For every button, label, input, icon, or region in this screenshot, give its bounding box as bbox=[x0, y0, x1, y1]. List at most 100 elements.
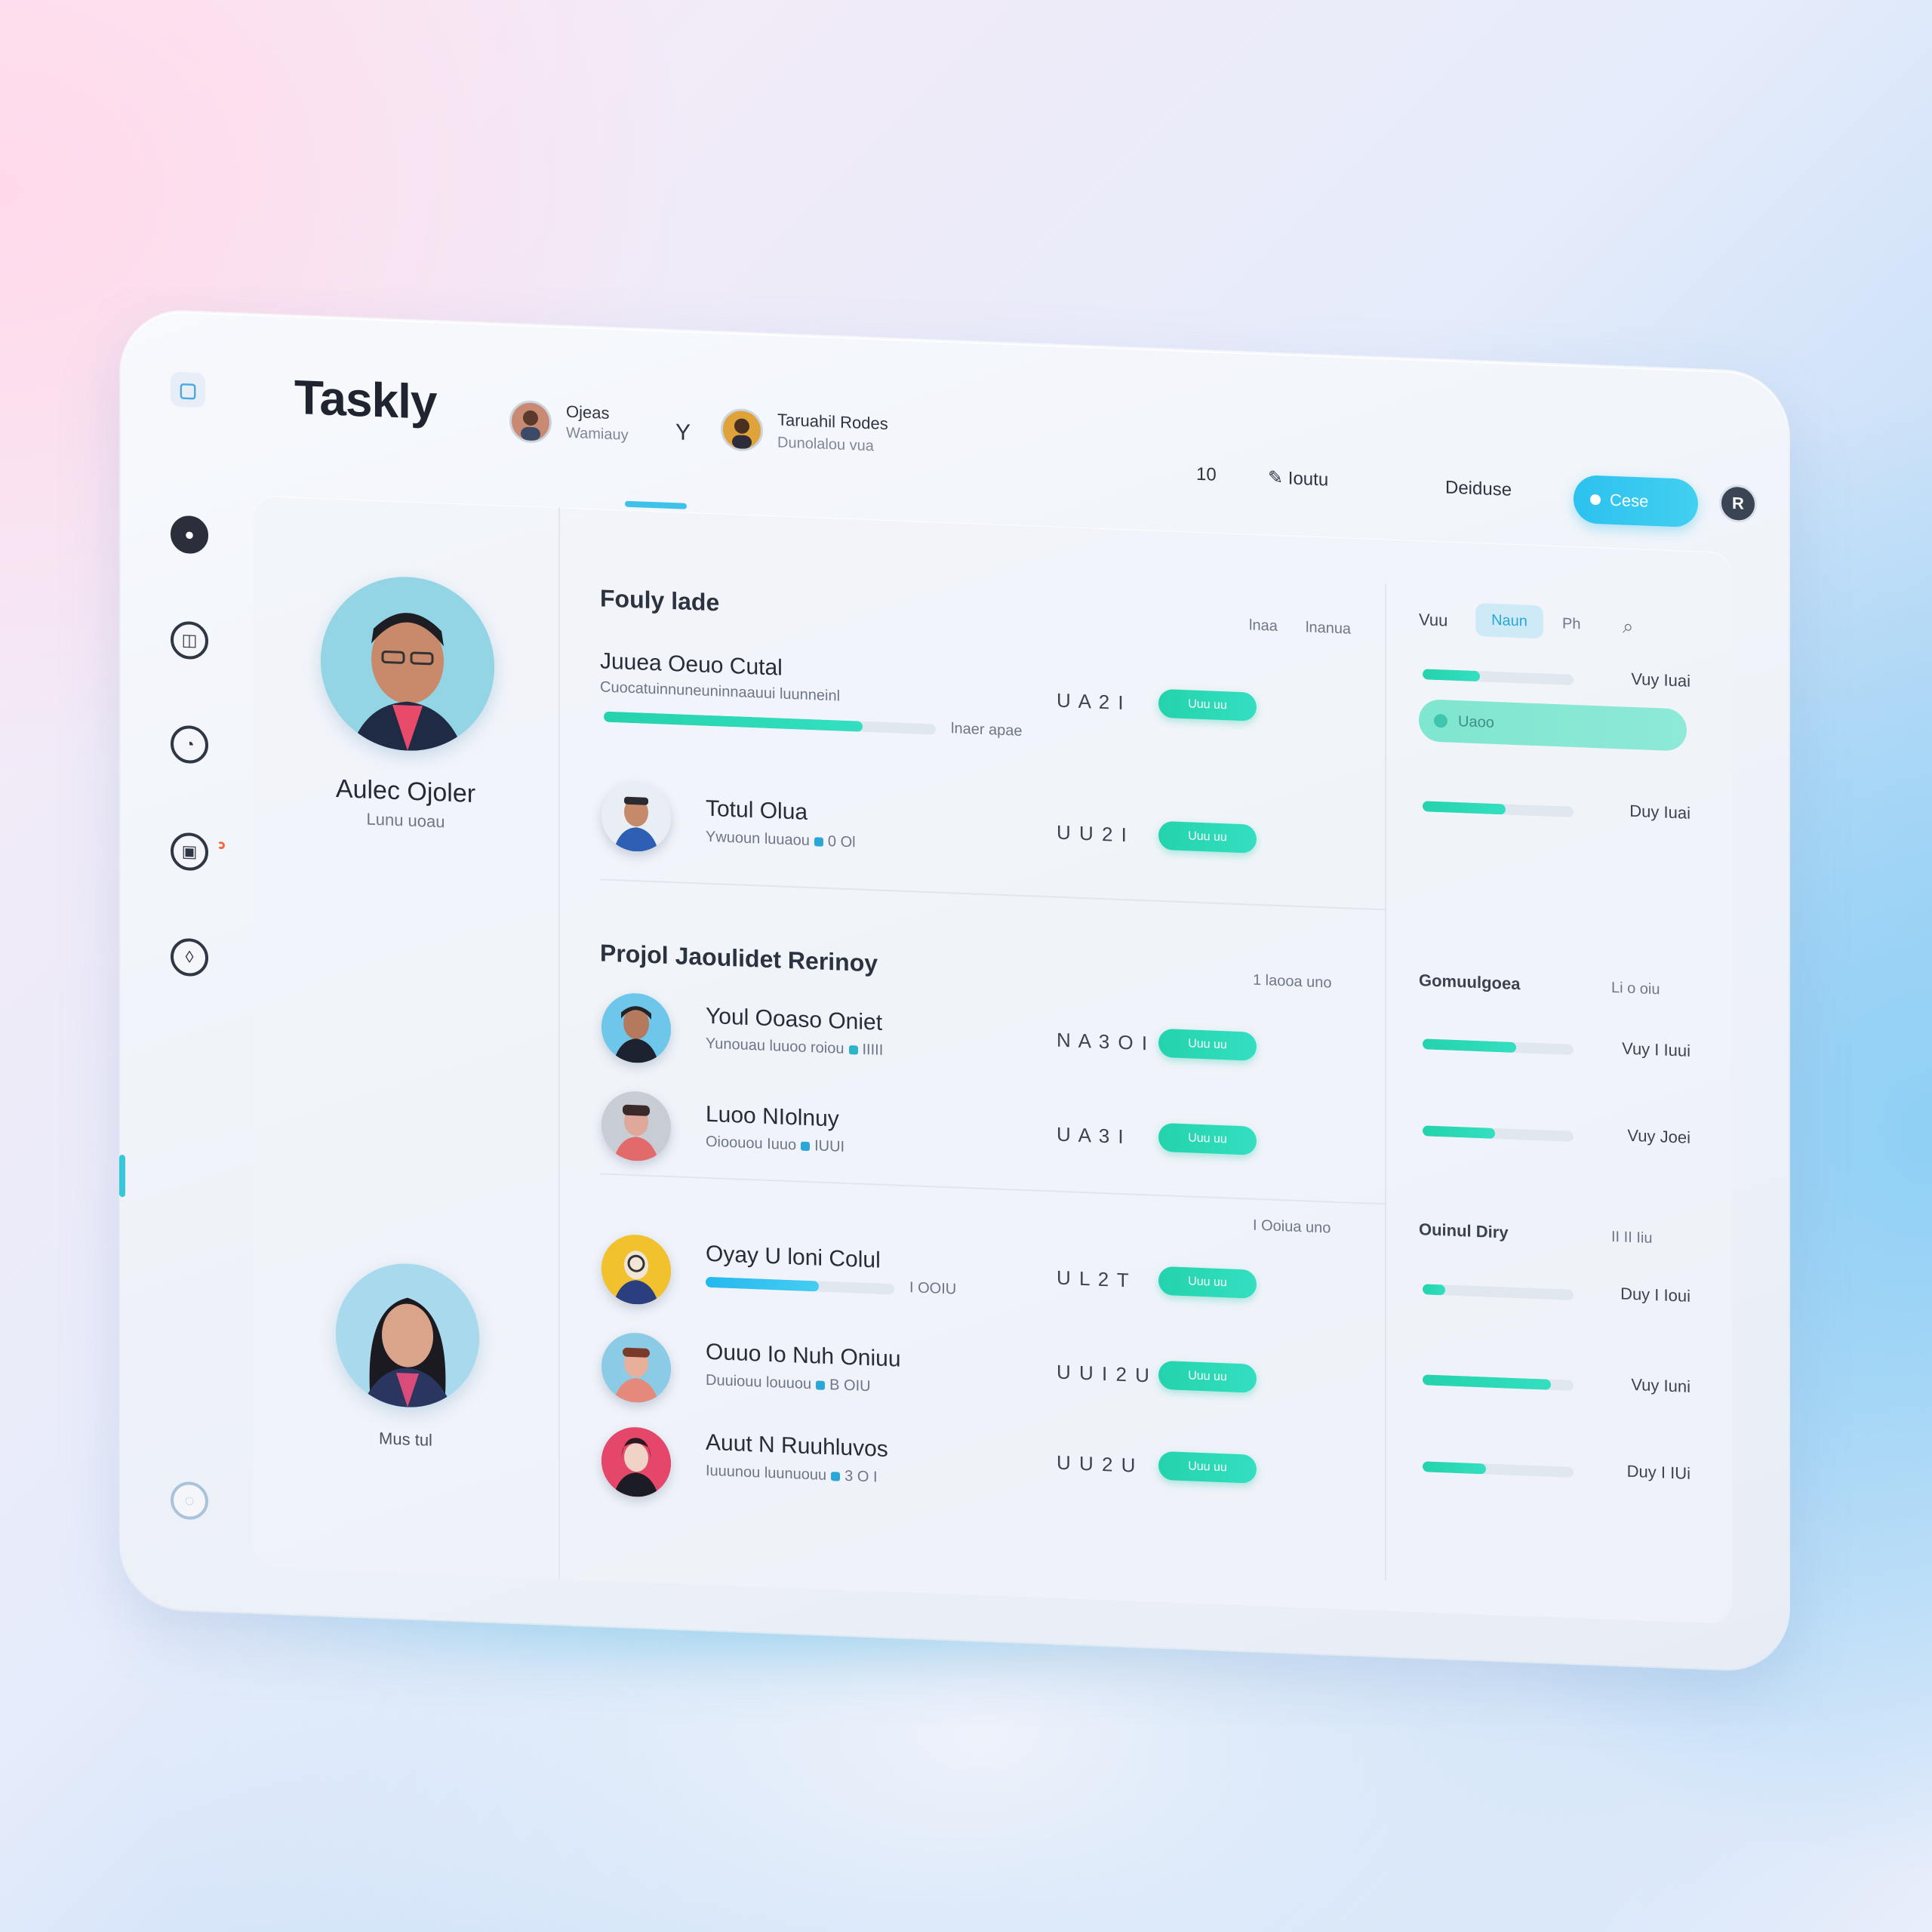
profile-avatar-2[interactable] bbox=[336, 1260, 479, 1411]
task-progress-fill bbox=[604, 711, 863, 732]
right-progress-bar bbox=[1423, 669, 1574, 685]
right-row-label: Duy I Ioui bbox=[1620, 1284, 1690, 1306]
pill-dot-icon bbox=[1434, 713, 1447, 728]
task-subtitle: Duuiouu louuou B OIU bbox=[706, 1371, 871, 1395]
right-row-label: Duy Iuai bbox=[1629, 801, 1690, 823]
right-progress-bar bbox=[1423, 1125, 1574, 1142]
row-avatar bbox=[601, 1090, 671, 1163]
row-avatar bbox=[601, 1233, 671, 1306]
task-date: U A 2 I bbox=[1057, 688, 1125, 715]
right-panel-divider bbox=[1385, 584, 1386, 1581]
edit-icon: ✎ bbox=[1268, 467, 1288, 489]
profile-avatar[interactable] bbox=[321, 574, 494, 755]
task-title: Ouuo Io Nuh Oniuu bbox=[706, 1339, 901, 1372]
status-pill[interactable]: Uuu uu bbox=[1158, 1360, 1257, 1393]
header-item-edit[interactable]: ✎ Ioutu bbox=[1268, 466, 1328, 491]
header-user-name: Ojeas bbox=[566, 401, 610, 423]
right-row-label: Duy I IUi bbox=[1626, 1461, 1690, 1483]
right-progress-bar bbox=[1423, 1038, 1574, 1055]
status-pill[interactable]: Uuu uu bbox=[1158, 1266, 1257, 1299]
right-row-label: Vuy I Iuui bbox=[1622, 1038, 1690, 1060]
task-title: Luoo NIolnuy bbox=[706, 1101, 839, 1132]
right-progress-bar bbox=[1423, 1374, 1574, 1391]
row-avatar bbox=[601, 992, 671, 1065]
task-date: U U I 2 U bbox=[1057, 1360, 1151, 1387]
col-head-1a: lnaa bbox=[1249, 617, 1278, 635]
right-panel-head: Vuu bbox=[1419, 610, 1448, 630]
right-group-title: Gomuulgoea bbox=[1419, 971, 1521, 994]
task-title: Totul Olua bbox=[706, 795, 808, 825]
sidebar-profile-icon[interactable]: ● bbox=[171, 515, 208, 555]
status-pill[interactable]: Uuu uu bbox=[1158, 1028, 1257, 1061]
sidebar-logo-icon[interactable]: ▢ bbox=[171, 371, 205, 408]
status-pill[interactable]: Uuu uu bbox=[1158, 688, 1257, 721]
right-progress-fill bbox=[1423, 1038, 1516, 1054]
status-pill[interactable]: Uuu uu bbox=[1158, 1451, 1257, 1484]
col-head-2: 1 laooa uno bbox=[1253, 971, 1332, 992]
brand-title: Taskly bbox=[294, 369, 437, 430]
right-progress-fill bbox=[1423, 1374, 1551, 1390]
sidebar-scroll-indicator[interactable] bbox=[119, 1154, 125, 1198]
col-head-1b: lnanua bbox=[1306, 619, 1352, 638]
section-title-2: Projol Jaoulidet Rerinoy bbox=[600, 939, 878, 977]
task-title: Youl Ooaso Oniet bbox=[706, 1003, 883, 1035]
section-title-1: Fouly lade bbox=[600, 584, 720, 617]
task-subtitle: Ywuoun luuaou 0 Ol bbox=[706, 828, 856, 851]
header-user-sub-2: Dunolalou vua bbox=[777, 434, 874, 455]
right-row-label: Vuy Iuai bbox=[1631, 669, 1690, 691]
task-progress-bar bbox=[706, 1276, 894, 1295]
tab-other[interactable]: Ph bbox=[1562, 615, 1580, 633]
user-menu-avatar[interactable]: R bbox=[1719, 484, 1757, 524]
right-row-label: Vuy Joei bbox=[1627, 1125, 1690, 1147]
notification-dot-icon bbox=[217, 841, 225, 850]
right-progress-fill bbox=[1423, 1284, 1445, 1296]
header-user-sub: Wamiauy bbox=[566, 424, 629, 444]
tag-icon bbox=[801, 1141, 811, 1151]
tab-active[interactable]: Naun bbox=[1475, 602, 1543, 639]
sidebar-leaf-icon[interactable]: ◊ bbox=[171, 937, 208, 977]
task-title: Auut N Ruuhluvos bbox=[706, 1429, 888, 1463]
primary-action-button[interactable]: Cese bbox=[1574, 474, 1698, 528]
right-progress-bar bbox=[1423, 1284, 1574, 1300]
content-card: Aulec Ojoler Lunu uoau Mus tul Fouly lad… bbox=[253, 495, 1732, 1625]
header-user-avatar-2[interactable] bbox=[721, 408, 763, 452]
more-icon[interactable]: ⌕ bbox=[1623, 614, 1634, 639]
sidebar-calendar-icon[interactable]: ◫ bbox=[171, 620, 208, 660]
right-progress-fill bbox=[1423, 1125, 1495, 1139]
sidebar-clock-icon[interactable]: ◔ bbox=[171, 724, 208, 764]
task-progress-label: lnaer apae bbox=[951, 720, 1023, 740]
row-avatar bbox=[601, 1331, 671, 1404]
button-dot-icon bbox=[1590, 494, 1601, 506]
status-pill[interactable]: Uuu uu bbox=[1158, 820, 1257, 854]
header-user-avatar[interactable] bbox=[509, 399, 552, 444]
tag-icon bbox=[816, 1380, 826, 1390]
wide-status-pill[interactable]: Uaoo bbox=[1419, 699, 1687, 752]
right-group-note: Li o oiu bbox=[1611, 979, 1660, 998]
tag-icon bbox=[831, 1471, 841, 1481]
right-progress-bar bbox=[1423, 801, 1574, 817]
sidebar-tasks-icon[interactable]: ▣ bbox=[171, 832, 208, 872]
divider bbox=[600, 878, 1385, 911]
task-subtitle: Iuuunou luunuouu 3 O I bbox=[706, 1462, 878, 1486]
task-date: U L 2 T bbox=[1057, 1266, 1131, 1292]
status-pill[interactable]: Uuu uu bbox=[1158, 1122, 1257, 1155]
task-tag: I OOIU bbox=[909, 1279, 957, 1298]
right-progress-fill bbox=[1423, 1461, 1486, 1475]
tag-icon bbox=[848, 1044, 858, 1055]
task-title: Oyay U loni Colul bbox=[706, 1241, 881, 1273]
sidebar-settings-icon[interactable]: ◌ bbox=[171, 1481, 208, 1521]
right-group-title: Ouinul Diry bbox=[1419, 1220, 1509, 1242]
header-user-name-2: Taruahil Rodes bbox=[777, 410, 888, 434]
right-progress-bar bbox=[1423, 1461, 1574, 1478]
header-item-dashboard[interactable]: Deiduse bbox=[1445, 477, 1512, 500]
profile-column: Aulec Ojoler Lunu uoau Mus tul bbox=[253, 495, 560, 1580]
task-subtitle: Oioouou Iuuo IUUI bbox=[706, 1133, 845, 1155]
task-title: Juuea Oeuo Cutal bbox=[600, 648, 783, 681]
active-tab-indicator bbox=[625, 500, 687, 509]
row-avatar bbox=[601, 780, 671, 854]
header-item-count[interactable]: 10 bbox=[1196, 464, 1217, 486]
col-head-3: I Ooiua uno bbox=[1253, 1217, 1331, 1237]
profile-2-name: Mus tul bbox=[379, 1429, 432, 1450]
filter-icon[interactable]: Y bbox=[675, 420, 691, 446]
right-progress-fill bbox=[1423, 801, 1506, 815]
